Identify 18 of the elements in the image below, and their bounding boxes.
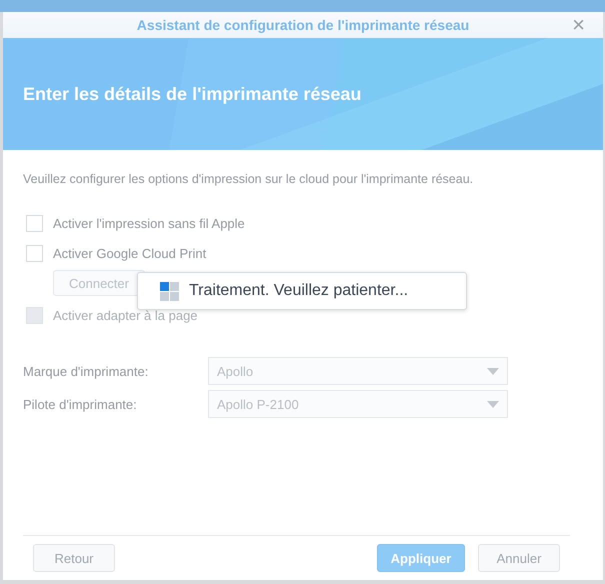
checkbox-label: Activer Google Cloud Print: [53, 246, 206, 260]
field-label: Marque d'imprimante:: [23, 364, 150, 378]
dropdown-arrow-icon: [487, 368, 499, 374]
dropdown-arrow-icon: [487, 400, 499, 408]
apply-button[interactable]: Appliquer: [377, 544, 465, 572]
footer-button[interactable]: Annuler: [478, 544, 560, 572]
field-label: Pilote d'imprimante:: [23, 396, 138, 412]
checkbox-label: Activer adapter à la page: [53, 308, 198, 322]
description-text: Veuillez configurer les options d'impression sur le cloud pour l'imprimante réseau.: [23, 172, 474, 186]
checkbox[interactable]: [26, 214, 43, 232]
checkbox[interactable]: [26, 244, 43, 262]
page-heading: Enter les détails de l'imprimante réseau: [23, 84, 362, 104]
spinner-icon: [160, 282, 179, 300]
window-title: Assistant de configuration de l'imprimante réseau: [136, 17, 470, 33]
footer-button[interactable]: Retour: [33, 544, 115, 572]
loading-message: Traitement. Veuillez patienter...: [189, 282, 408, 300]
checkbox-label: Activer l'impression sans fil Apple: [53, 216, 245, 230]
close-button[interactable]: ×: [570, 12, 587, 38]
